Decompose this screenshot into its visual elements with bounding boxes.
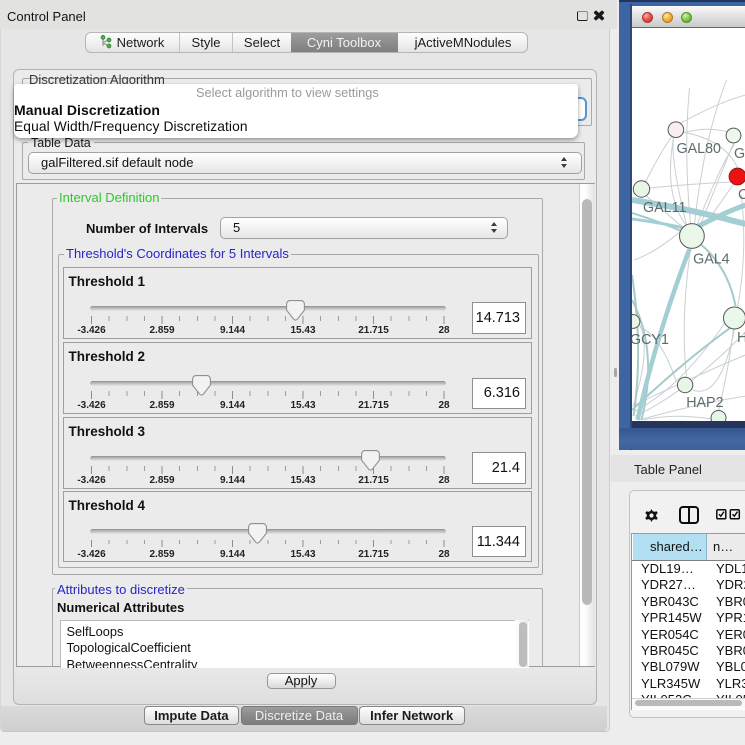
svg-text:GA: GA	[733, 146, 745, 162]
svg-text:GAL11: GAL11	[643, 200, 686, 216]
svg-text:H: H	[736, 330, 745, 346]
svg-text:HAP2: HAP2	[686, 395, 723, 411]
svg-text:C: C	[737, 187, 745, 203]
svg-text:GAL4: GAL4	[693, 251, 730, 267]
svg-text:GAL80: GAL80	[676, 141, 721, 157]
svg-text:GCY1: GCY1	[632, 332, 669, 348]
